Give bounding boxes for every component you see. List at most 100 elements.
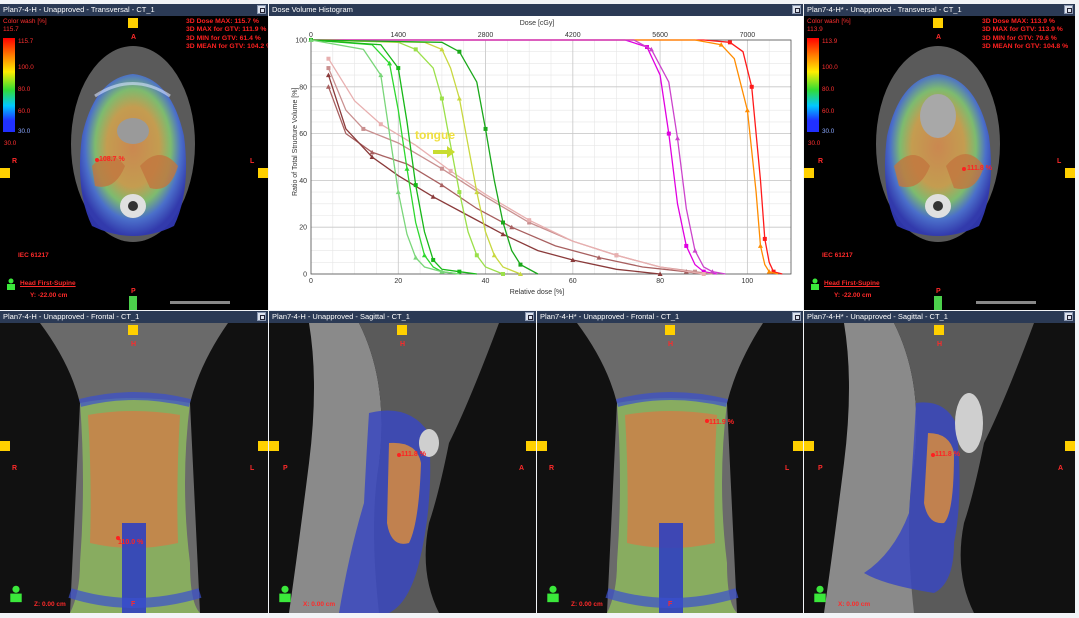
panel-sagittal-plan-a[interactable]: Plan7-4-H - Unapproved - Sagittal - CT_1… — [269, 311, 536, 613]
dose-statistics: 3D Dose MAX: 115.7 % 3D MAX for GTV: 111… — [186, 18, 268, 51]
panel-transversal-plan-b[interactable]: Plan7-4-H* - Unapproved - Transversal - … — [804, 4, 1075, 310]
crosshair-handle-right[interactable] — [258, 168, 268, 178]
crosshair-handle-right[interactable] — [793, 441, 803, 451]
orient-posterior: P — [936, 288, 941, 295]
x-tick-label: 0 — [309, 278, 313, 285]
dvh-point — [457, 49, 462, 54]
crosshair-handle-right[interactable] — [258, 441, 268, 451]
legend-min: 30.0 — [808, 140, 821, 147]
stat-line: 3D MAX for GTV: 111.9 % — [186, 26, 267, 34]
dose-max-label: 111.8 % — [935, 451, 960, 458]
maximize-button[interactable] — [257, 312, 266, 321]
crosshair-handle-top[interactable] — [128, 325, 138, 335]
iec-label: IEC 61217 — [822, 252, 853, 259]
y-tick-label: 20 — [299, 225, 307, 232]
orient-right: R — [818, 158, 824, 165]
crosshair-handle-left[interactable] — [804, 168, 814, 178]
legend-tick: 100.0 — [18, 64, 34, 71]
dvh-point — [701, 272, 706, 276]
dvh-point — [675, 135, 681, 141]
dvh-point — [421, 252, 427, 258]
crosshair-handle-bottom[interactable] — [129, 296, 137, 310]
panel-title: Plan7-4-H* - Unapproved - Transversal - … — [807, 5, 962, 14]
dvh-point — [448, 169, 453, 174]
dvh-series-line — [327, 74, 661, 275]
crosshair-handle-right[interactable] — [1065, 168, 1075, 178]
y-tick-label: 100 — [295, 38, 307, 45]
dvh-chart[interactable]: 0 20 40 60 80 1000204060801000 1400 2800 4200 560… — [269, 16, 803, 310]
orientation-label: Head First-Supine — [20, 280, 76, 287]
x-tick-label: 20 — [394, 278, 402, 285]
chart-grid — [310, 39, 792, 275]
crosshair-handle-left[interactable] — [804, 441, 814, 451]
x-axis-label: Relative dose [%] — [510, 289, 565, 296]
y-tick-label: 80 — [299, 84, 307, 91]
stat-line: 3D MEAN for GTV: 104.2 % — [186, 42, 268, 50]
panel-title: Plan7-4-H - Unapproved - Transversal - C… — [3, 5, 155, 14]
maximize-button[interactable] — [525, 312, 534, 321]
dose-max-label: 111.9 % — [709, 419, 734, 426]
maximize-button[interactable] — [792, 5, 801, 14]
slice-position: Z: 0.00 cm — [571, 601, 603, 608]
panel-title: Dose Volume Histogram — [272, 5, 353, 14]
dvh-point — [361, 126, 366, 131]
dose-max-label: 111.8 % — [967, 165, 992, 172]
legend-tick: 30.0 — [822, 128, 835, 135]
maximize-button[interactable] — [1064, 312, 1073, 321]
orient-posterior: P — [818, 465, 823, 472]
crosshair-handle-left[interactable] — [0, 441, 10, 451]
ct-sagittal-image — [804, 323, 1075, 613]
maximize-button[interactable] — [257, 5, 266, 14]
stat-line: 3D Dose MAX: 113.9 % — [982, 18, 1055, 25]
legend-tick: 115.7 — [18, 38, 34, 45]
dose-statistics: 3D Dose MAX: 113.9 % 3D MAX for GTV: 113… — [982, 18, 1068, 51]
color-wash-max: 113.9 — [807, 26, 823, 33]
crosshair-handle-left[interactable] — [0, 168, 10, 178]
ct-view[interactable]: Color wash [%] 115.7 115.7 100.0 80.0 60… — [0, 16, 268, 310]
panel-sagittal-plan-b[interactable]: Plan7-4-H* - Unapproved - Sagittal - CT_… — [804, 311, 1075, 613]
ct-view[interactable]: H P A 111.8 % X: 0.00 cm — [269, 323, 536, 613]
x2-tick-label: 1400 — [390, 32, 406, 39]
slice-position: X: 0.00 cm — [303, 601, 336, 608]
chart-axes: 0 20 40 60 80 1000204060801000 1400 2800 4200 560… — [295, 32, 792, 285]
orient-anterior: A — [519, 465, 525, 472]
crosshair-handle-top[interactable] — [128, 18, 138, 28]
crosshair-handle-right[interactable] — [1065, 441, 1075, 451]
ct-view[interactable]: H F R L 110.0 % Z: 0.00 cm — [0, 323, 268, 613]
maximize-button[interactable] — [1064, 5, 1073, 14]
panel-frontal-plan-a[interactable]: Plan7-4-H - Unapproved - Frontal - CT_1 … — [0, 311, 268, 613]
x-tick-label: 40 — [482, 278, 490, 285]
panel-transversal-plan-a[interactable]: Plan7-4-H - Unapproved - Transversal - C… — [0, 4, 268, 310]
dose-max-label: 111.8 % — [401, 451, 426, 458]
color-wash-label: Color wash [%] 115.7 — [3, 18, 47, 34]
crosshair-handle-left[interactable] — [269, 441, 279, 451]
dvh-point — [474, 253, 479, 258]
crosshair-handle-bottom[interactable] — [934, 296, 942, 310]
crosshair-handle-left[interactable] — [537, 441, 547, 451]
panel-title-bar: Dose Volume Histogram — [269, 4, 803, 16]
x2-tick-label: 5600 — [652, 32, 668, 39]
y-tick-label: 40 — [299, 178, 307, 185]
crosshair-handle-top[interactable] — [933, 18, 943, 28]
crosshair-handle-top[interactable] — [397, 325, 407, 335]
color-wash-legend[interactable] — [807, 38, 819, 132]
ct-view[interactable]: H F R L 111.9 % Z: 0.00 cm — [537, 323, 803, 613]
x-tick-label: 80 — [656, 278, 664, 285]
legend-tick: 30.0 — [18, 128, 31, 135]
orient-left: L — [1057, 158, 1062, 165]
panel-title-bar: Plan7-4-H* - Unapproved - Transversal - … — [804, 4, 1075, 16]
maximize-button[interactable] — [792, 312, 801, 321]
panel-frontal-plan-b[interactable]: Plan7-4-H* - Unapproved - Frontal - CT_1… — [537, 311, 803, 613]
dvh-point — [614, 253, 619, 258]
patient-orientation-icon — [811, 278, 819, 290]
ct-sagittal-image — [269, 323, 536, 613]
ct-view[interactable]: H P A 111.8 % X: 0.00 cm — [804, 323, 1075, 613]
x2-tick-label: 4200 — [565, 32, 581, 39]
panel-dvh[interactable]: Dose Volume Histogram 0 20 40 60 80 100 0 20 40 6… — [269, 4, 803, 310]
dvh-point — [518, 262, 523, 267]
crosshair-handle-top[interactable] — [665, 325, 675, 335]
ct-view[interactable]: Color wash [%] 113.9 113.9 100.0 80.0 60… — [804, 16, 1075, 310]
crosshair-handle-top[interactable] — [934, 325, 944, 335]
crosshair-handle-right[interactable] — [526, 441, 536, 451]
color-wash-legend[interactable] — [3, 38, 15, 132]
